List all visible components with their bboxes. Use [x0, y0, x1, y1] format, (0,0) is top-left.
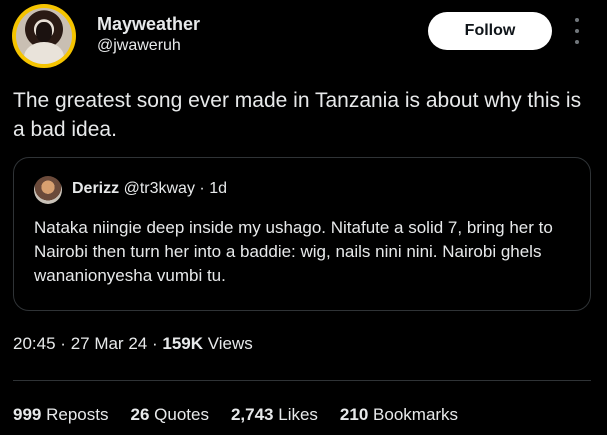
tweet-date[interactable]: 27 Mar 24: [71, 334, 148, 353]
quoted-avatar[interactable]: [34, 176, 62, 204]
quoted-text: Nataka niingie deep inside my ushago. Ni…: [34, 218, 553, 285]
more-dot: [575, 18, 579, 22]
author-name[interactable]: Mayweather: [97, 14, 200, 35]
quoted-separator: ·: [199, 180, 205, 197]
stat-count: 999: [13, 405, 42, 424]
stat-likes[interactable]: 2,743 Likes: [231, 405, 318, 425]
views-count: 159K: [162, 334, 204, 353]
meta-separator: ·: [151, 334, 158, 353]
avatar-image: [16, 8, 72, 64]
stat-reposts[interactable]: 999 Reposts: [13, 405, 108, 425]
views-label: Views: [207, 334, 253, 353]
tweet-time[interactable]: 20:45: [13, 334, 56, 353]
author-handle[interactable]: @jwaweruh: [97, 37, 181, 55]
quoted-name[interactable]: Derizz: [72, 180, 119, 197]
stat-label: Bookmarks: [373, 405, 459, 424]
stat-bookmarks[interactable]: 210 Bookmarks: [340, 405, 458, 425]
stat-label: Quotes: [154, 405, 209, 424]
more-dot: [575, 29, 579, 33]
tweet-header: Mayweather @jwaweruh Follow: [0, 0, 607, 80]
avatar-robe: [24, 42, 64, 64]
author-avatar[interactable]: [12, 4, 76, 68]
avatar-face: [36, 22, 52, 42]
quoted-header: Derizz @tr3kway · 1d: [72, 180, 227, 198]
divider: [13, 380, 591, 381]
more-dot: [575, 40, 579, 44]
stat-quotes[interactable]: 26 Quotes: [130, 405, 208, 425]
quoted-handle[interactable]: @tr3kway: [124, 180, 195, 197]
tweet-meta: 20:45 · 27 Mar 24 · 159K Views: [13, 334, 253, 354]
stat-count: 2,743: [230, 405, 274, 424]
meta-separator: ·: [60, 334, 66, 353]
engagement-stats: 999 Reposts 26 Quotes 2,743 Likes 210 Bo…: [13, 405, 458, 425]
quoted-tweet[interactable]: Derizz @tr3kway · 1d Nataka niingie deep…: [13, 157, 591, 311]
stat-count: 210: [339, 405, 369, 424]
follow-button[interactable]: Follow: [428, 12, 552, 50]
quoted-time[interactable]: 1d: [209, 180, 227, 197]
more-vertical-icon[interactable]: [570, 18, 584, 44]
stat-label: Reposts: [46, 405, 109, 424]
tweet-text: The greatest song ever made in Tanzania …: [13, 89, 582, 141]
stat-label: Likes: [278, 405, 318, 424]
stat-count: 26: [130, 405, 150, 424]
